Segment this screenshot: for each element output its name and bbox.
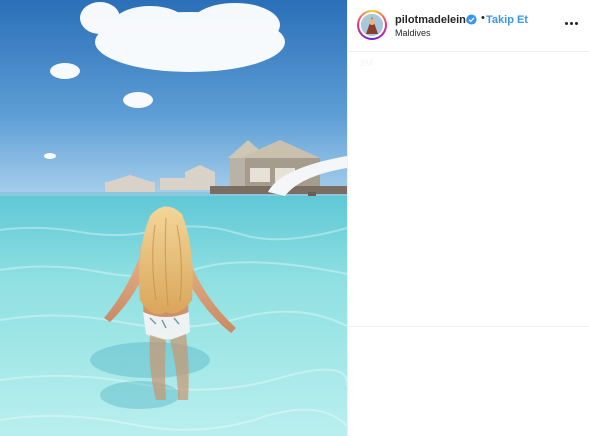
divider bbox=[348, 326, 589, 327]
avatar-image bbox=[361, 14, 383, 36]
more-options-icon[interactable] bbox=[564, 15, 580, 31]
comments-area bbox=[348, 52, 589, 322]
location-link[interactable]: Maldives bbox=[395, 28, 431, 38]
verified-badge-icon bbox=[466, 14, 477, 25]
follow-button[interactable]: Takip Et bbox=[486, 14, 528, 26]
separator-dot: • bbox=[481, 12, 485, 24]
post-sidebar: pilotmadeleine • Takip Et Maldives 2M bbox=[347, 0, 589, 436]
username-link[interactable]: pilotmadeleine bbox=[395, 14, 472, 26]
avatar[interactable] bbox=[357, 10, 387, 40]
faint-text: 2M bbox=[360, 58, 373, 68]
post-photo[interactable] bbox=[0, 0, 347, 436]
instagram-post: pilotmadeleine • Takip Et Maldives 2M bbox=[0, 0, 589, 436]
post-header: pilotmadeleine • Takip Et Maldives bbox=[348, 0, 589, 52]
